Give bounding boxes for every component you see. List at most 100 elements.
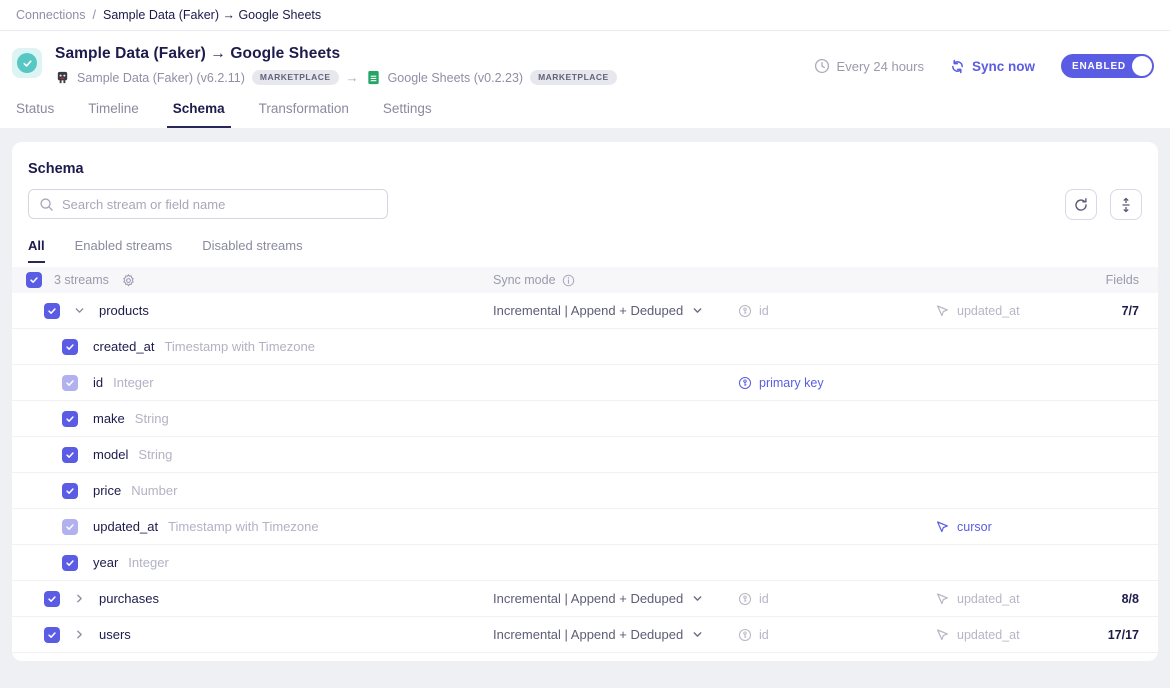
- page-title: Sample Data (Faker) → Google Sheets: [55, 45, 617, 63]
- source-to-destination-arrow: →: [346, 70, 359, 85]
- source-marketplace-badge: MARKETPLACE: [252, 70, 339, 85]
- enabled-toggle-label: ENABLED: [1072, 61, 1126, 72]
- field-name: created_at: [93, 339, 154, 354]
- sync-mode-value[interactable]: Incremental | Append + Deduped: [493, 627, 683, 642]
- fields-count: 8/8: [1122, 592, 1139, 606]
- field-type: Number: [131, 483, 177, 498]
- filter-tab-all[interactable]: All: [28, 238, 45, 263]
- breadcrumb-connections-link[interactable]: Connections: [16, 8, 86, 22]
- sync-mode-info-icon[interactable]: [562, 274, 575, 287]
- connection-enabled-toggle[interactable]: ENABLED: [1061, 54, 1154, 78]
- sync-mode-value[interactable]: Incremental | Append + Deduped: [493, 591, 683, 606]
- primary-key-value: id: [738, 628, 769, 642]
- sync-mode-dropdown-icon[interactable]: [692, 593, 703, 604]
- streams-settings-gear-icon[interactable]: [121, 273, 136, 288]
- search-input[interactable]: [62, 197, 377, 212]
- field-checkbox-price[interactable]: [62, 483, 78, 499]
- toggle-knob: [1132, 56, 1152, 76]
- sync-arrows-icon: [950, 59, 965, 74]
- connection-nav-tabs: Status Timeline Schema Transformation Settin…: [0, 91, 1170, 128]
- nav-tab-transformation[interactable]: Transformation: [259, 101, 349, 128]
- nav-tab-settings[interactable]: Settings: [383, 101, 432, 128]
- cursor-value: updated_at: [935, 591, 1020, 606]
- filter-tab-disabled-streams[interactable]: Disabled streams: [202, 238, 302, 263]
- schedule-text: Every 24 hours: [837, 59, 924, 74]
- refresh-icon: [1073, 197, 1089, 213]
- field-name: make: [93, 411, 125, 426]
- source-name[interactable]: Sample Data (Faker) (v6.2.11): [77, 71, 245, 85]
- streams-count: 3 streams: [54, 273, 109, 287]
- cursor-tag: cursor: [935, 519, 992, 534]
- field-row-model: model String: [12, 437, 1158, 473]
- sync-mode-dropdown-icon[interactable]: [692, 629, 703, 640]
- stream-row-products: productsIncremental | Append + Dedupedid…: [12, 293, 1158, 329]
- nav-tab-timeline[interactable]: Timeline: [88, 101, 139, 128]
- field-checkbox-make[interactable]: [62, 411, 78, 427]
- field-name: model: [93, 447, 128, 462]
- field-name: updated_at: [93, 519, 158, 534]
- field-type: Integer: [128, 555, 168, 570]
- expand-stream-icon[interactable]: [74, 593, 85, 604]
- field-checkbox-id[interactable]: [62, 375, 78, 391]
- field-row-make: make String: [12, 401, 1158, 437]
- field-checkbox-model[interactable]: [62, 447, 78, 463]
- expand-stream-icon[interactable]: [74, 629, 85, 640]
- faker-source-icon: [55, 70, 70, 85]
- field-name: price: [93, 483, 121, 498]
- field-row-year: year Integer: [12, 545, 1158, 581]
- stream-checkbox-users[interactable]: [44, 627, 60, 643]
- collapse-stream-icon[interactable]: [74, 305, 85, 316]
- expand-vertical-icon: [1119, 197, 1133, 213]
- sync-now-label: Sync now: [972, 59, 1035, 74]
- clock-icon: [814, 58, 830, 74]
- streams-table: 3 streams Sync mode Fields products Incre…: [12, 267, 1158, 653]
- stream-checkbox-purchases[interactable]: [44, 591, 60, 607]
- stream-name: users: [99, 627, 131, 642]
- field-name: id: [93, 375, 103, 390]
- google-sheets-icon: [366, 70, 381, 85]
- refresh-schema-button[interactable]: [1065, 189, 1097, 220]
- destination-name[interactable]: Google Sheets (v0.2.23): [388, 71, 524, 85]
- field-checkbox-updated_at[interactable]: [62, 519, 78, 535]
- sync-now-button[interactable]: Sync now: [950, 59, 1035, 74]
- sync-mode-value[interactable]: Incremental | Append + Deduped: [493, 303, 683, 318]
- nav-tab-schema[interactable]: Schema: [173, 101, 225, 128]
- field-checkbox-created_at[interactable]: [62, 339, 78, 355]
- breadcrumb-separator: /: [93, 8, 96, 22]
- primary-key-value: id: [738, 592, 769, 606]
- connection-status-icon: [12, 48, 42, 78]
- destination-marketplace-badge: MARKETPLACE: [530, 70, 617, 85]
- sync-mode-dropdown-icon[interactable]: [692, 305, 703, 316]
- connection-header: Sample Data (Faker) → Google Sheets Samp…: [0, 31, 1170, 128]
- primary-key-tag: primary key: [738, 376, 824, 390]
- expand-collapse-all-button[interactable]: [1110, 189, 1142, 220]
- nav-tab-status[interactable]: Status: [16, 101, 54, 128]
- field-type: Timestamp with Timezone: [164, 339, 315, 354]
- cursor-value: updated_at: [935, 303, 1020, 318]
- fields-count: 17/17: [1108, 628, 1139, 642]
- check-icon: [17, 53, 37, 73]
- field-row-id: id Integer primary key: [12, 365, 1158, 401]
- select-all-streams-checkbox[interactable]: [26, 272, 42, 288]
- stream-filter-tabs: All Enabled streams Disabled streams: [12, 238, 1158, 263]
- field-type: String: [135, 411, 169, 426]
- stream-row-users: users Incremental | Append + Deduped id upd…: [12, 617, 1158, 653]
- stream-name: purchases: [99, 591, 159, 606]
- search-icon: [39, 197, 54, 212]
- streams-table-header: 3 streams Sync mode Fields: [12, 267, 1158, 293]
- stream-name: products: [99, 303, 149, 318]
- stream-checkbox-products[interactable]: [44, 303, 60, 319]
- fields-count: 7/7: [1122, 304, 1139, 318]
- sync-mode-header: Sync mode: [493, 273, 556, 287]
- field-name: year: [93, 555, 118, 570]
- field-checkbox-year[interactable]: [62, 555, 78, 571]
- field-type: Integer: [113, 375, 153, 390]
- cursor-value: updated_at: [935, 627, 1020, 642]
- sync-schedule: Every 24 hours: [814, 58, 924, 74]
- field-type: Timestamp with Timezone: [168, 519, 319, 534]
- field-type: String: [138, 447, 172, 462]
- schema-card-title: Schema: [28, 161, 1142, 177]
- schema-search[interactable]: [28, 189, 388, 219]
- breadcrumb-current: Sample Data (Faker) → Google Sheets: [103, 8, 321, 22]
- filter-tab-enabled-streams[interactable]: Enabled streams: [75, 238, 173, 263]
